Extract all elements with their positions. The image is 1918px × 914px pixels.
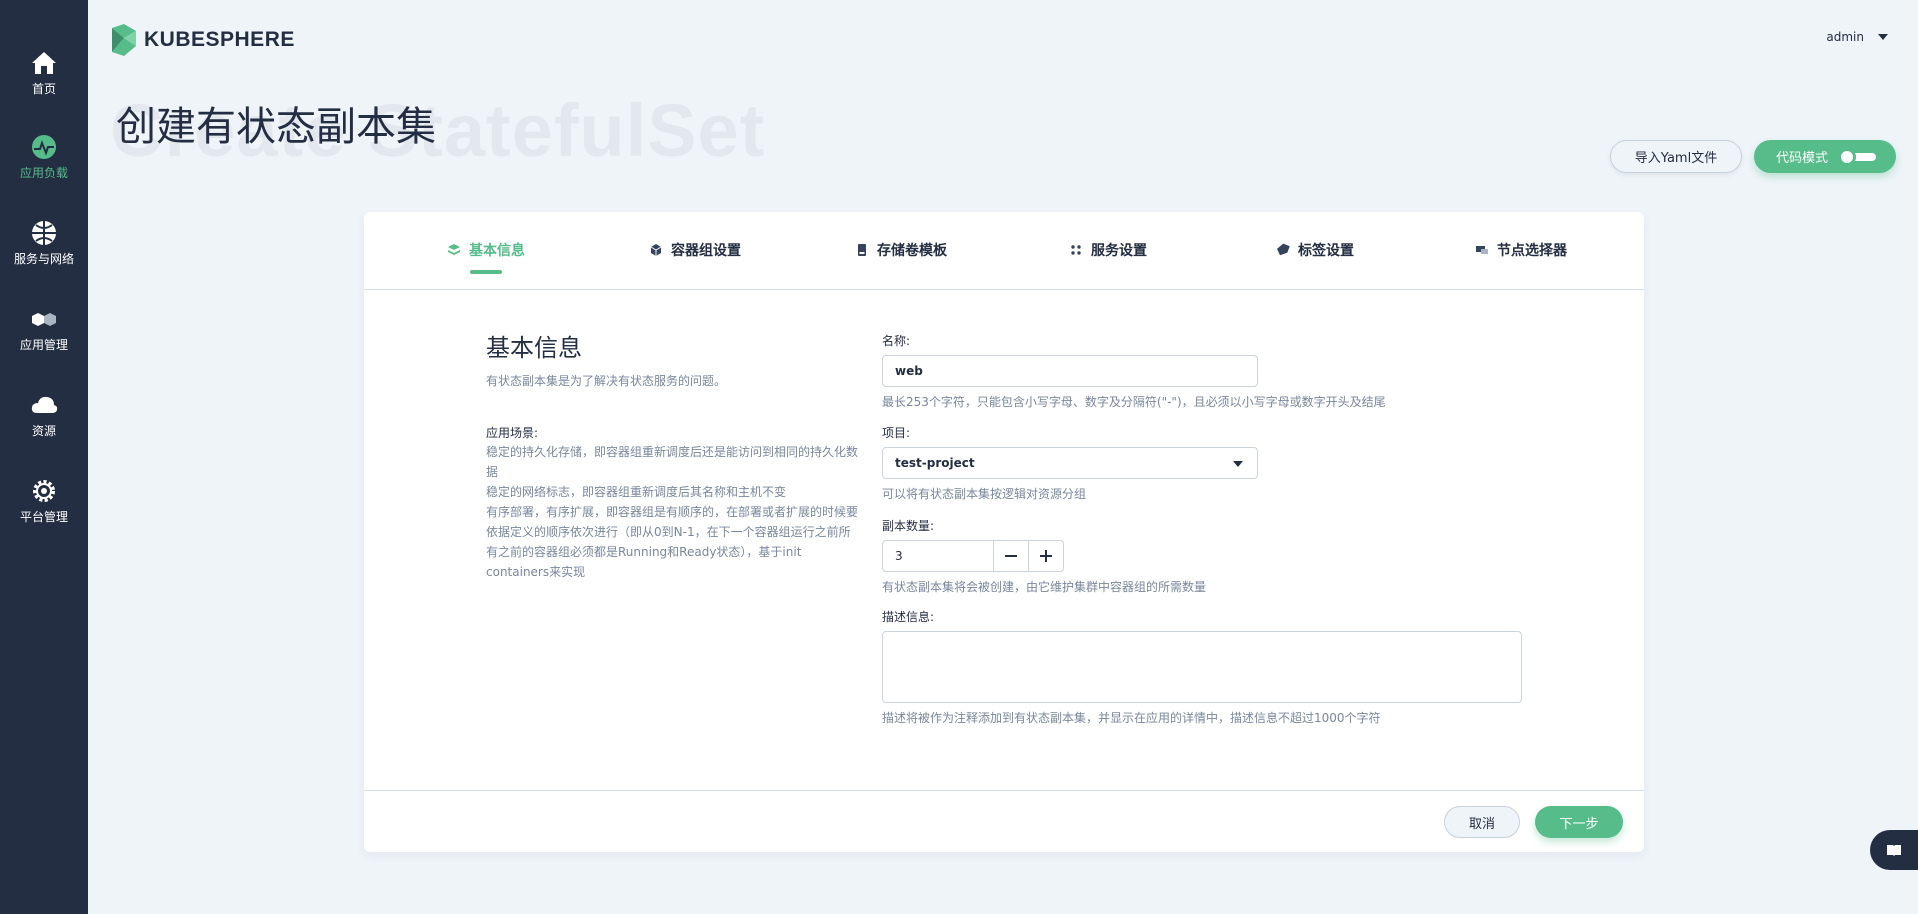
scenario-text: 稳定的持久化存储，即容器组重新调度后还是能访问到相同的持久化数据 稳定的网络标志… [486, 442, 862, 582]
layers-icon [448, 244, 460, 255]
kubesphere-logo[interactable]: KUBESPHERE [110, 24, 295, 56]
next-button[interactable]: 下一步 [1535, 806, 1623, 838]
scenario-line: 有序部署，有序扩展，即容器组是有顺序的，在部署或者扩展的时候要依据定义的顺序依次… [486, 505, 859, 579]
tab-label-settings[interactable]: 标签设置 [1276, 240, 1354, 260]
sidebar: 首页 应用负载 服务与网络 应用管理 资源 平台管理 [0, 0, 88, 914]
cube-icon [650, 244, 662, 256]
tab-label: 基本信息 [469, 243, 525, 259]
code-mode-toggle[interactable]: 代码模式 [1754, 140, 1896, 173]
tab-basic-info[interactable]: 基本信息 [447, 240, 525, 260]
app-workload-icon [32, 135, 56, 159]
page-title: 创建有状态副本集 [116, 104, 436, 150]
tab-volume-templates[interactable]: 存储卷模板 [855, 240, 947, 260]
toggle-switch[interactable] [1838, 147, 1877, 166]
logo-text: KUBESPHERE [144, 28, 295, 51]
replicas-input[interactable]: 3 [882, 540, 994, 572]
sidebar-item-network[interactable]: 服务与网络 [0, 218, 88, 288]
decrement-button[interactable] [993, 540, 1029, 572]
chevron-down-icon [1878, 34, 1888, 40]
project-hint: 可以将有状态副本集按逻辑对资源分组 [882, 487, 1087, 501]
project-select[interactable]: test-project [882, 447, 1258, 479]
sidebar-item-label: 资源 [31, 424, 56, 438]
tab-service-settings[interactable]: 服务设置 [1069, 240, 1147, 260]
network-icon [32, 221, 56, 245]
scenario-line: 稳定的持久化存储，即容器组重新调度后还是能访问到相同的持久化数据 [486, 445, 859, 479]
plus-icon [1040, 550, 1052, 562]
name-label: 名称: [882, 334, 911, 348]
gear-icon [33, 480, 55, 502]
sidebar-item-label: 首页 [31, 82, 56, 96]
sidebar-item-home[interactable]: 首页 [0, 48, 88, 118]
help-button[interactable] [1870, 830, 1918, 870]
chevron-down-icon [1233, 461, 1243, 467]
sidebar-item-app-manage[interactable]: 应用管理 [0, 304, 88, 374]
user-menu[interactable]: admin [1826, 30, 1888, 44]
tab-node-selector[interactable]: 节点选择器 [1475, 240, 1567, 260]
home-icon [32, 52, 56, 74]
sidebar-item-resources[interactable]: 资源 [0, 390, 88, 460]
storage-icon [858, 244, 866, 256]
sidebar-item-app-workload[interactable]: 应用负载 [0, 132, 88, 202]
name-hint: 最长253个字符，只能包含小写字母、数字及分隔符("-")，且必须以小写字母或数… [882, 395, 1386, 409]
description-label: 描述信息: [882, 610, 935, 624]
scenario-line: 稳定的网络标志，即容器组重新调度后其名称和主机不变 [486, 485, 787, 499]
sidebar-item-label: 应用负载 [19, 166, 68, 180]
service-icon [1071, 245, 1081, 255]
tab-label: 节点选择器 [1497, 243, 1567, 259]
cloud-icon [31, 396, 58, 413]
tab-label: 服务设置 [1091, 243, 1147, 259]
replicas-hint: 有状态副本集将会被创建，由它维护集群中容器组的所需数量 [882, 580, 1207, 594]
replicas-label: 副本数量: [882, 519, 935, 533]
sidebar-item-platform[interactable]: 平台管理 [0, 476, 88, 546]
project-select-value: test-project [895, 456, 975, 470]
tab-label: 标签设置 [1298, 243, 1354, 259]
book-icon [1887, 845, 1901, 856]
app-manage-icon [32, 313, 56, 326]
tag-icon [1277, 243, 1290, 256]
replicas-value: 3 [895, 549, 903, 563]
sidebar-item-label: 服务与网络 [13, 252, 74, 266]
cancel-button[interactable]: 取消 [1444, 806, 1520, 838]
name-input[interactable]: web [882, 355, 1258, 387]
step-tabs: 基本信息 容器组设置 存储卷模板 服务设置 标签设置 节点选择器 [364, 212, 1644, 290]
create-form-card: 基本信息 容器组设置 存储卷模板 服务设置 标签设置 节点选择器 基本信息 有状… [364, 212, 1644, 852]
section-description: 有状态副本集是为了解决有状态服务的问题。 [486, 374, 727, 388]
tab-container-settings[interactable]: 容器组设置 [649, 240, 741, 260]
node-icon [1476, 246, 1488, 254]
section-title: 基本信息 [486, 334, 582, 362]
description-hint: 描述将被作为注释添加到有状态副本集，并显示在应用的详情中，描述信息不超过1000… [882, 711, 1381, 725]
name-input-value: web [895, 364, 923, 378]
sidebar-item-label: 应用管理 [19, 338, 68, 352]
increment-button[interactable] [1028, 540, 1064, 572]
import-yaml-button[interactable]: 导入Yaml文件 [1610, 140, 1742, 173]
sidebar-item-label: 平台管理 [19, 510, 68, 524]
code-mode-label: 代码模式 [1776, 151, 1829, 166]
minus-icon [1005, 555, 1017, 557]
active-tab-indicator [470, 270, 502, 274]
username: admin [1826, 30, 1864, 44]
project-label: 项目: [882, 426, 911, 440]
tab-label: 容器组设置 [671, 243, 741, 259]
kubesphere-logo-icon [112, 24, 136, 56]
tab-label: 存储卷模板 [877, 243, 947, 259]
description-textarea[interactable] [882, 631, 1522, 703]
scenario-label: 应用场景: [486, 426, 539, 440]
